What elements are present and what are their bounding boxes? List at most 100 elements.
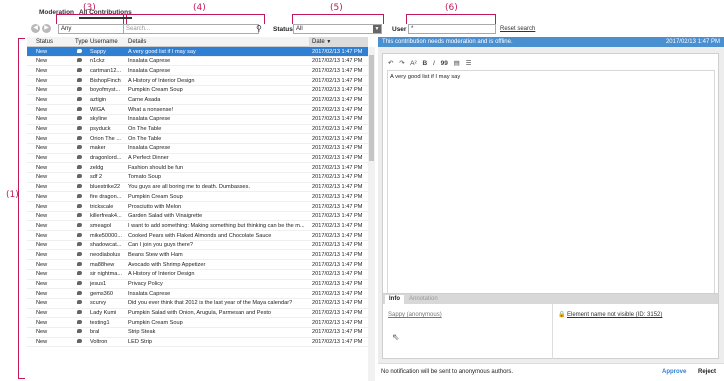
row-details: Pumpkin Cream Soup [128,87,183,94]
comment-type-icon [77,145,87,151]
comment-type-icon [77,155,87,161]
table-row[interactable]: New sdf 2 Tomato Soup 2017/02/13 1:47 PM [27,173,368,183]
arrow-right-icon[interactable]: ▶ [42,24,51,33]
row-details: I want to add something: Making somethin… [128,222,305,229]
table-row[interactable]: New bluestrike22 You guys are all boring m… [27,183,368,193]
image-icon[interactable]: ▤ [454,60,460,67]
table-row[interactable]: New Sappy A very good list if I may say 201… [27,47,368,57]
row-details: Pumpkin Cream Soup [128,193,183,200]
table-row[interactable]: New dragonlord... A Perfect Dinner 2017/02/… [27,154,368,164]
row-status: New [36,271,48,278]
reject-button[interactable]: Reject [698,369,716,375]
table-row[interactable]: New bral Strip Steak 2017/02/13 1:47 PM [27,328,368,338]
tab-annotation[interactable]: Annotation [405,295,442,304]
list-icon[interactable]: ☰ [466,60,472,67]
tab-moderation[interactable]: Moderation [39,9,74,16]
editor-text-area[interactable]: A very good list if I may say [387,70,715,302]
table-row[interactable]: New WIGA What a nonsense! 2017/02/13 1:47 P… [27,105,368,115]
list-scrollbar[interactable] [368,47,375,381]
row-date: 2017/02/13 1:47 PM [312,242,363,249]
user-input[interactable]: * [408,24,496,34]
table-row[interactable]: New zeldg Fashion should be fun 2017/02/13 … [27,163,368,173]
annotation-6: (6) [445,3,458,13]
element-link[interactable]: Element name not visible (ID: 3152) [567,312,662,318]
comment-type-icon [77,319,87,326]
table-row[interactable]: New ma88hew Avocado with Shrimp Appetizer 2… [27,260,368,270]
row-status: New [36,310,48,317]
row-date: 2017/02/13 1:47 PM [312,329,363,336]
row-details: Cooked Pears with Flaked Almonds and Cho… [128,232,272,239]
column-type[interactable]: Type [75,39,88,45]
table-row[interactable]: New aztigin Carne Asada 2017/02/13 1:47 PM [27,95,368,106]
table-row[interactable]: New neodiabolus Beans Stew with Ham 2017/02… [27,250,368,261]
row-details: On The Table [128,126,162,132]
arrow-left-icon[interactable]: ◀ [31,24,40,33]
row-username: fire dragon... [90,193,122,200]
row-username: n1ckz [90,58,105,65]
row-status: New [36,251,48,258]
superscript-icon[interactable]: A² [410,60,417,67]
row-date: 2017/02/13 1:47 PM [312,213,363,220]
scrollbar-thumb[interactable] [369,55,374,161]
row-details: A Perfect Dinner [128,155,169,162]
row-date: 2017/02/13 1:47 PM [312,271,363,278]
table-row[interactable]: New smeagol I want to add something: Makin… [27,221,368,232]
row-status: New [36,329,48,336]
column-username[interactable]: Username [90,39,118,45]
row-date: 2017/02/13 1:47 PM [312,58,363,65]
row-date: 2017/02/13 1:47 PM [312,106,363,113]
tab-info[interactable]: Info [385,295,404,304]
comment-type-icon [77,242,87,248]
row-status: New [36,48,48,55]
table-row[interactable]: New psyduck On The Table 2017/02/13 1:47 PM [27,125,368,135]
table-row[interactable]: New cartman12... Insalata Caprese 2017/02/1… [27,66,368,77]
row-date: 2017/02/13 1:47 PM [312,48,363,55]
row-date: 2017/02/13 1:47 PM [312,232,363,239]
approve-button[interactable]: Approve [662,369,686,375]
italic-icon[interactable]: I [433,60,435,67]
table-row[interactable]: New Lady Kumi Pumpkin Salad with Onion, Ar… [27,309,368,319]
table-row[interactable]: New boyofmyst... Pumpkin Cream Soup 2017/02… [27,86,368,96]
column-status[interactable]: Status [36,39,53,45]
row-username: mike50000... [90,232,123,239]
author-link[interactable]: Sappy (anonymous) [388,312,442,318]
undo-icon[interactable]: ↶ [388,60,393,67]
bold-icon[interactable]: B [422,60,427,67]
table-row[interactable]: New mike50000... Cooked Pears with Flaked … [27,231,368,241]
row-status: New [36,155,48,162]
reset-search-link[interactable]: Reset search [500,26,535,32]
table-row[interactable]: New testing1 Pumpkin Cream Soup 2017/02/13 … [27,318,368,328]
table-row[interactable]: New Voltron LED Strip 2017/02/13 1:47 PM [27,338,368,348]
row-status: New [36,300,48,307]
status-select[interactable]: All ▼ [293,24,382,34]
notice-date: 2017/02/13 1:47 PM [665,39,720,45]
quote-icon[interactable]: 99 [441,60,448,67]
table-row[interactable]: New fire dragon... Pumpkin Cream Soup 2017/… [27,192,368,202]
row-date: 2017/02/13 1:47 PM [312,261,363,268]
table-row[interactable]: New skyline Insalata Caprese 2017/02/13 1:4… [27,115,368,125]
search-input[interactable]: Search... [123,24,259,34]
table-row[interactable]: New killerfreak4... Garden Salad with Vina… [27,212,368,222]
row-details: Insalata Caprese [128,290,171,297]
table-row[interactable]: New jesus1 Privacy Policy 2017/02/13 1:47 P… [27,280,368,290]
row-status: New [36,116,48,123]
table-row[interactable]: New shadowcat... Can I join you guys there… [27,241,368,251]
row-details: Beans Stew with Ham [128,251,183,258]
tab-all-contributions[interactable]: All Contributions [79,9,132,19]
table-row[interactable]: New scurvy Did you ever think that 2012 is… [27,299,368,309]
table-row[interactable]: New BishopFinch A History of Interior Desi… [27,76,368,86]
row-status: New [36,184,48,191]
table-row[interactable]: New gems360 Insalata Caprese 2017/02/13 1:4… [27,289,368,299]
comment-type-icon [77,77,87,84]
row-date: 2017/02/13 1:47 PM [312,126,363,132]
column-details[interactable]: Details [128,39,146,45]
column-date[interactable]: Date ▼ [309,37,368,47]
redo-icon[interactable]: ↷ [399,60,404,67]
table-row[interactable]: New trickscale Prosciutto with Melon 2017/0… [27,202,368,212]
search-icon[interactable]: ⚲ [256,24,262,33]
row-date: 2017/02/13 1:47 PM [312,77,363,84]
table-row[interactable]: New Orion The ... On The Table 2017/02/13 1… [27,134,368,144]
table-row[interactable]: New sir nightma... A History of Interior D… [27,270,368,280]
table-row[interactable]: New maker Insalata Caprese 2017/02/13 1:47 … [27,144,368,154]
table-row[interactable]: New n1ckz Insalata Caprese 2017/02/13 1:47 … [27,57,368,67]
